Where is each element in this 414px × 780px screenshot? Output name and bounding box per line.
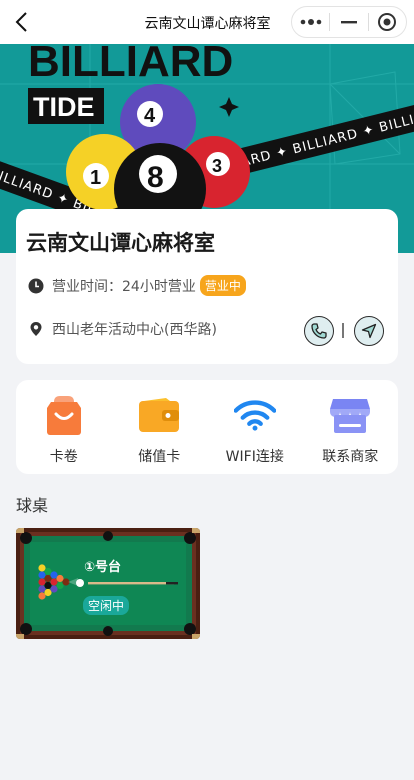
action-divider xyxy=(342,323,344,338)
service-label: WIFI连接 xyxy=(225,449,284,465)
pool-table-icon xyxy=(16,528,200,639)
services-card: 卡卷 储值卡 WIFI连接 联系商家 xyxy=(16,380,398,474)
nav-bar: 云南文山谭心麻将室 xyxy=(0,0,414,44)
banner-word-billiard: BILLIARD xyxy=(28,44,233,86)
back-arrow-icon[interactable] xyxy=(10,9,36,35)
phone-icon xyxy=(311,323,327,339)
ball-1-number: 1 xyxy=(90,167,101,189)
page-title: 云南文山谭心麻将室 xyxy=(144,16,271,32)
service-stored-value-card[interactable]: 储值卡 xyxy=(112,380,208,474)
shop-name: 云南文山谭心麻将室 xyxy=(26,231,215,255)
business-hours-text: 营业时间：24小时营业 xyxy=(52,278,196,295)
business-hours-row: 营业时间：24小时营业 营业中 xyxy=(28,275,246,296)
address-text: 西山老年活动中心(西华路) xyxy=(52,322,217,338)
tables-section-title: 球桌 xyxy=(16,496,49,515)
status-badge: 营业中 xyxy=(199,275,246,296)
ball-4-number: 4 xyxy=(144,105,156,127)
navigation-arrow-icon xyxy=(361,323,377,339)
ball-3-number: 3 xyxy=(212,156,222,176)
coupon-bag-icon xyxy=(43,394,85,436)
more-dots-icon[interactable] xyxy=(292,7,329,37)
table-name: ①号台 xyxy=(84,560,122,575)
shop-info-card: 云南文山谭心麻将室 营业时间：24小时营业 营业中 西山老年活动中心(西华路) xyxy=(16,209,398,364)
service-label: 卡卷 xyxy=(49,449,78,465)
call-button[interactable] xyxy=(304,316,334,346)
location-pin-icon xyxy=(30,322,42,336)
table-status-badge: 空闲中 xyxy=(83,596,130,615)
billiard-table-card[interactable]: ①号台 空闲中 xyxy=(16,528,200,639)
address-row[interactable]: 西山老年活动中心(西华路) xyxy=(28,319,217,339)
clock-icon xyxy=(28,278,44,293)
service-wifi[interactable]: WIFI连接 xyxy=(207,380,303,474)
minimize-icon[interactable] xyxy=(330,7,367,37)
service-coupons[interactable]: 卡卷 xyxy=(16,380,112,474)
mini-program-capsule xyxy=(291,6,407,38)
store-icon xyxy=(329,394,371,436)
service-label: 联系商家 xyxy=(322,449,379,465)
ball-8-number: 8 xyxy=(147,161,164,194)
close-target-icon[interactable] xyxy=(369,7,406,37)
wifi-icon xyxy=(233,394,276,436)
wallet-icon xyxy=(138,394,180,436)
banner-word-tide: TIDE xyxy=(33,92,95,122)
service-label: 储值卡 xyxy=(138,449,181,465)
service-contact-merchant[interactable]: 联系商家 xyxy=(303,380,399,474)
navigate-button[interactable] xyxy=(354,316,384,346)
